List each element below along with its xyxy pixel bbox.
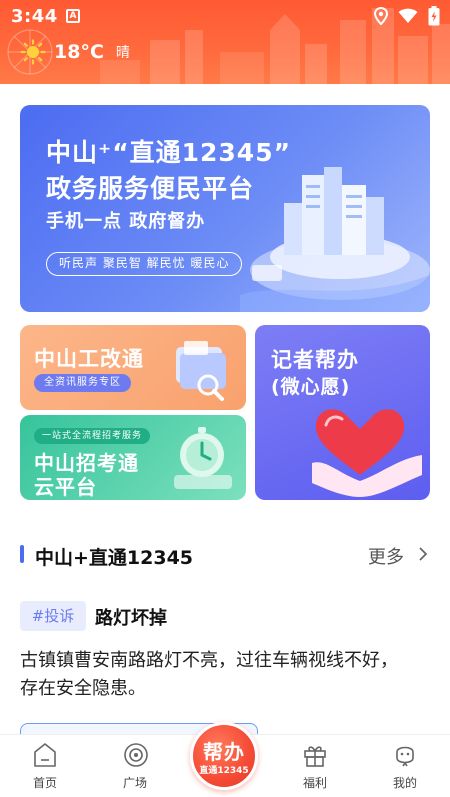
hero-banner-zhitong-12345[interactable]: 中山⁺“直通12345” 政务服务便民平台 手机一点 政府督办 听民声 聚民智 … xyxy=(20,105,430,312)
weather-widget: 18°C 晴 xyxy=(20,38,130,66)
nav-home-label: 首页 xyxy=(32,776,57,790)
card-zhongshan-gonggaitong[interactable]: 中山工改通 全资讯服务专区 xyxy=(20,325,246,410)
wifi-icon xyxy=(398,8,418,23)
nav-welfare[interactable]: 福利 xyxy=(280,735,350,797)
main-content: 中山⁺“直通12345” 政务服务便民平台 手机一点 政府督办 听民声 聚民智 … xyxy=(0,84,450,734)
square-icon xyxy=(124,743,148,767)
post-body: 古镇镇曹安南路路灯不亮，过往车辆视线不好，存在安全隐患。 xyxy=(20,650,398,699)
more-link[interactable]: 更多 xyxy=(368,543,404,569)
nav-bangban-sublabel: 直通12345 xyxy=(199,766,249,776)
nav-bangban-label: 帮办 xyxy=(203,740,245,764)
stopwatch-icon xyxy=(174,427,232,489)
section-accent-bar xyxy=(20,545,24,563)
gongai-card-tag: 全资讯服务专区 xyxy=(34,374,131,392)
section-header-zhitong: 中山+直通12345 更多 xyxy=(20,543,430,569)
temperature-text: 18°C xyxy=(54,41,104,63)
sun-icon xyxy=(20,39,46,65)
folder-magnifier-icon xyxy=(176,341,226,401)
bottom-navigation: 首页 广场 帮办 直通12345 福利 我的 xyxy=(0,722,450,797)
status-icons xyxy=(374,6,440,26)
app-header: 3:44 A 18°C 晴 xyxy=(0,0,450,84)
location-icon xyxy=(374,7,388,25)
jizhe-card-title-line1: 记者帮办 xyxy=(271,348,359,372)
chevron-right-icon[interactable] xyxy=(418,546,428,562)
nav-square-label: 广场 xyxy=(122,776,147,790)
gift-icon xyxy=(304,746,326,767)
nav-square[interactable]: 广场 xyxy=(100,735,170,797)
banner-title-line2: 政务服务便民平台 xyxy=(46,174,255,203)
nav-welfare-label: 福利 xyxy=(302,776,327,790)
heart-in-hands-icon xyxy=(312,409,422,497)
nav-home[interactable]: 首页 xyxy=(10,735,80,797)
status-bar: 3:44 A xyxy=(0,0,450,32)
nav-mine[interactable]: 我的 xyxy=(370,735,440,797)
user-face-icon xyxy=(396,746,414,767)
zhaokao-card-tag: 一站式全流程招考服务 xyxy=(34,428,151,444)
battery-icon xyxy=(428,6,440,26)
nav-mine-label: 我的 xyxy=(392,776,417,790)
weather-condition-text: 晴 xyxy=(115,45,130,61)
nav-bangban-button[interactable]: 帮办 直通12345 xyxy=(190,722,258,790)
jizhe-card-title-line2: (微心愿) xyxy=(271,376,351,398)
city-buildings-illustration xyxy=(240,167,430,312)
zhaokao-card-title-line2: 云平台 xyxy=(34,475,97,499)
banner-tags-pill: 听民声 聚民智 解民忧 暖民心 xyxy=(46,252,243,276)
post-category-tag: #投诉 xyxy=(20,601,86,631)
notification-a-icon: A xyxy=(66,9,80,23)
status-time: 3:44 xyxy=(11,6,58,27)
gongai-card-title: 中山工改通 xyxy=(34,347,144,371)
post-title: 路灯坏掉 xyxy=(95,608,167,629)
home-icon xyxy=(34,743,56,767)
card-zhongshan-zhaokaotong[interactable]: 一站式全流程招考服务 中山招考通 云平台 xyxy=(20,415,246,500)
section-title: 中山+直通12345 xyxy=(35,547,194,569)
card-jizhe-bangban[interactable]: 记者帮办 (微心愿) xyxy=(255,325,430,500)
banner-subtitle: 手机一点 政府督办 xyxy=(46,211,206,232)
